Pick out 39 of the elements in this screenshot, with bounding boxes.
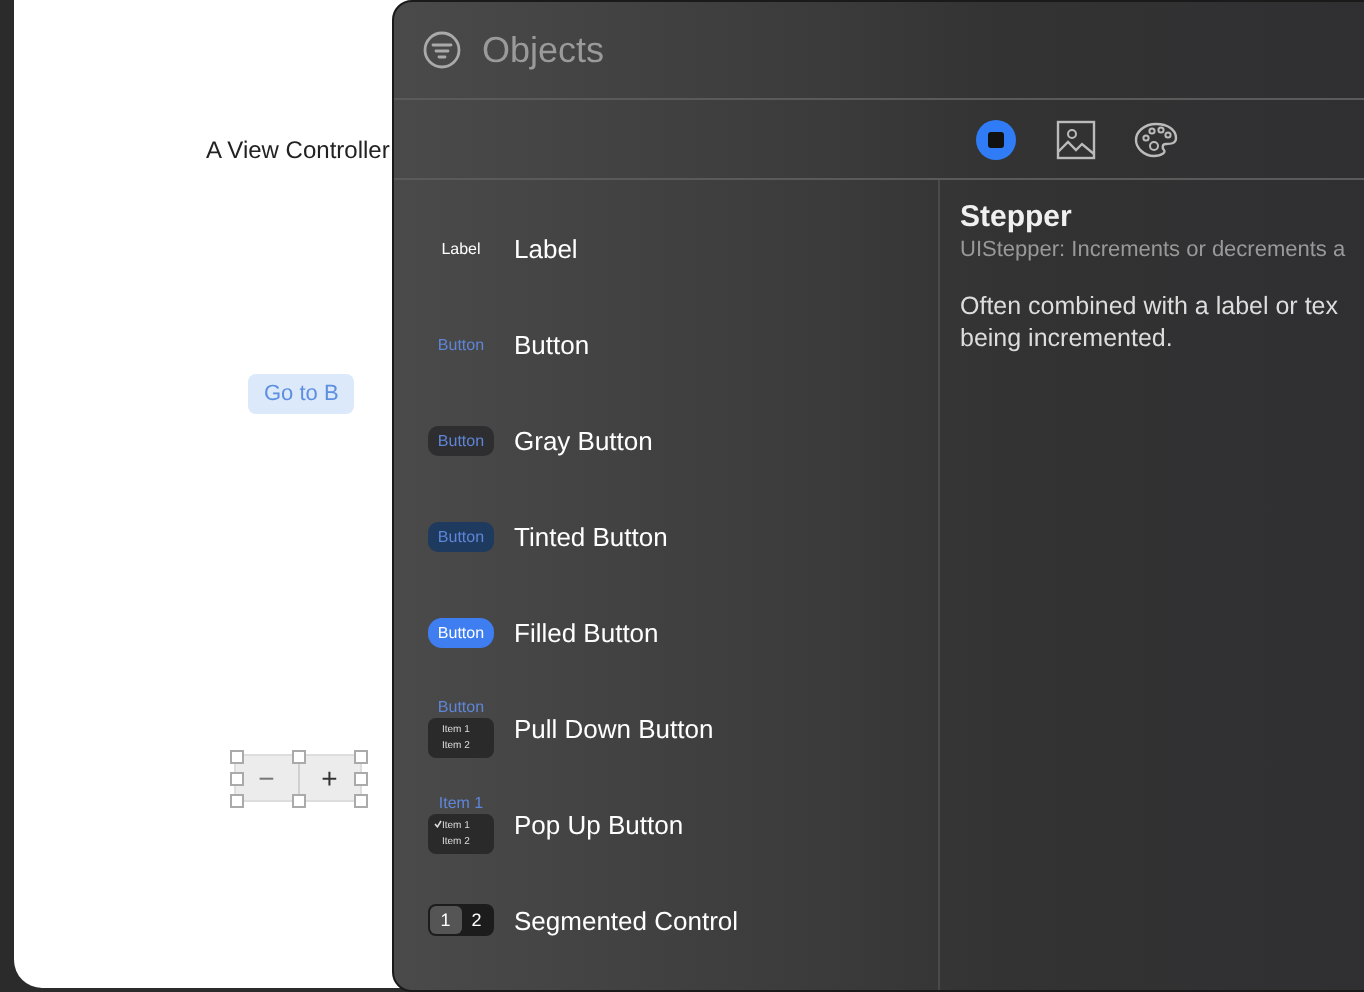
filter-icon (422, 30, 462, 70)
library-item[interactable]: Button Button (394, 296, 938, 392)
library-item[interactable]: Label Label (394, 200, 938, 296)
button-preview: Button (428, 617, 494, 647)
item-name: Segmented Control (514, 905, 739, 935)
item-name: Label (514, 233, 578, 263)
detail-subtitle: UIStepper: Increments or decrements a (960, 238, 1348, 262)
item-name: Tinted Button (514, 521, 668, 551)
segment-label: 1 (430, 906, 461, 934)
increment-button[interactable]: + (299, 756, 360, 800)
library-tab[interactable] (974, 117, 1018, 161)
detail-description: Often combined with a label or tex being incremented. (960, 290, 1340, 354)
library-item[interactable]: 1 2 Segmented Control (394, 872, 938, 968)
item-name: Gray Button (514, 425, 653, 455)
library-tab[interactable] (1134, 117, 1178, 161)
search-field[interactable]: Objects (482, 29, 882, 71)
button-preview: Button (428, 425, 494, 455)
detail-title: Stepper (960, 200, 1074, 234)
checkmark-icon (434, 820, 442, 828)
resize-handle[interactable] (292, 750, 306, 764)
popup-preview: Item 1 (436, 794, 486, 814)
item-name: Filled Button (514, 617, 659, 647)
item-name: Pull Down Button (514, 713, 714, 743)
image-icon (1054, 117, 1098, 161)
button-preview: Button (435, 333, 487, 357)
library-tab[interactable] (1054, 117, 1098, 161)
library-item[interactable]: Button Gray Button (394, 392, 938, 488)
button-preview: Button (435, 698, 487, 718)
library-item[interactable]: Button Tinted Button (394, 488, 938, 584)
objects-icon (974, 117, 1018, 161)
item-name: Button (514, 329, 590, 359)
segment-label: 2 (469, 908, 484, 934)
label-preview: Label (439, 237, 483, 261)
palette-icon (1134, 117, 1178, 161)
scene-title: A View Controller (206, 136, 390, 164)
button-preview: Button (428, 521, 494, 551)
library-item[interactable]: Button Filled Button (394, 584, 938, 680)
resize-handle[interactable] (292, 794, 306, 808)
item-name: Pop Up Button (514, 809, 684, 839)
